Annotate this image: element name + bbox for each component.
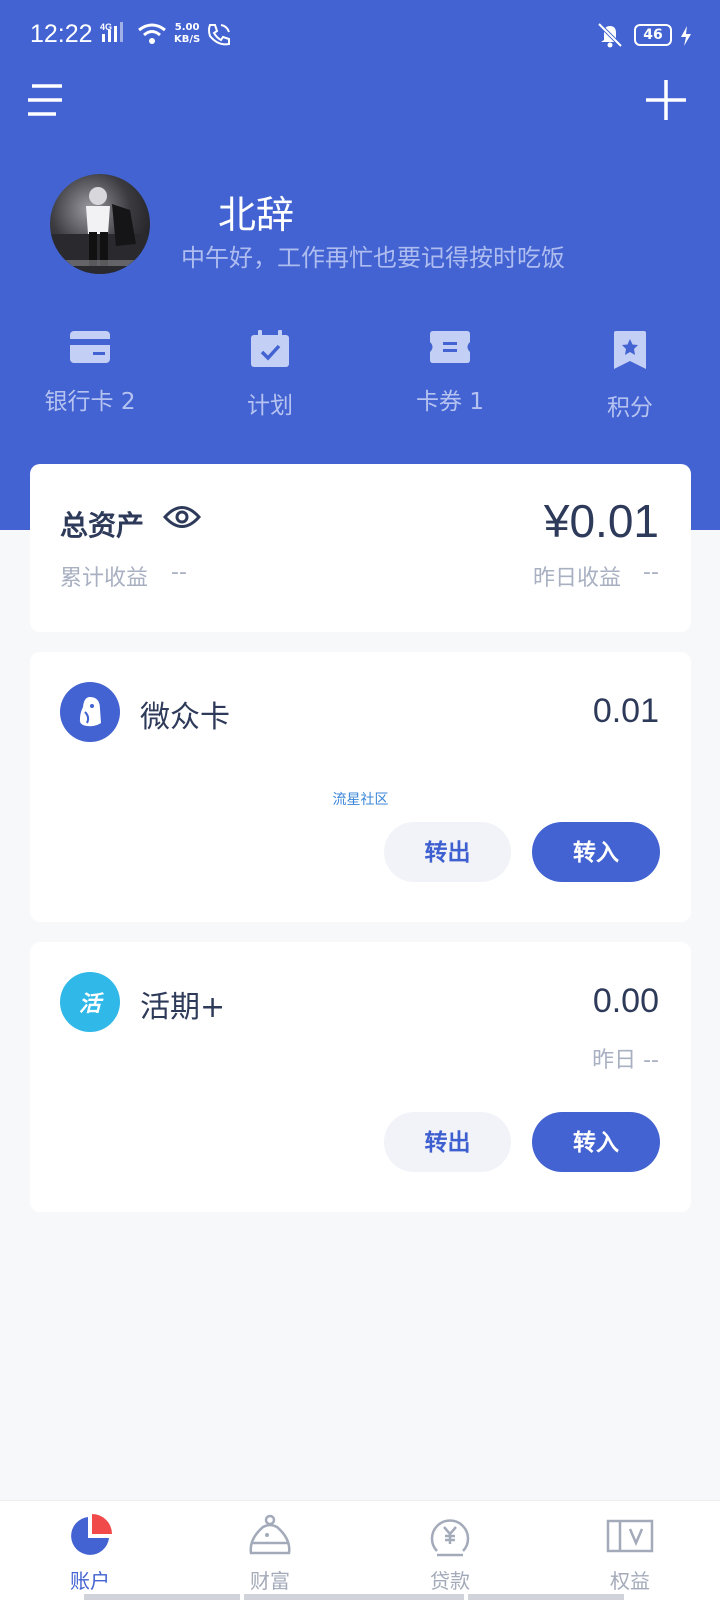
total-assets-card[interactable]: 总资产 ¥0.01 累计收益 -- 昨日收益 --: [30, 464, 691, 632]
status-time: 12:22: [30, 20, 93, 48]
cumulative-earnings-label: 累计收益: [60, 566, 149, 591]
bookmark-star-icon: [614, 331, 646, 369]
pie-chart-icon: [71, 1514, 112, 1555]
hamburger-menu-icon: [28, 84, 62, 116]
quick-label-coupons: 卡券 1: [416, 389, 484, 415]
yesterday-earnings-label: 昨日收益: [533, 566, 622, 591]
total-assets-title: 总资产: [60, 509, 145, 542]
nav-item-benefits[interactable]: 权益: [570, 1513, 690, 1594]
network-speed: 5.00 KB/S: [174, 22, 200, 46]
yuan-coin-icon: [430, 1519, 470, 1557]
yesterday-earnings: 昨日 --: [592, 1048, 659, 1073]
cumulative-earnings-value: --: [171, 560, 187, 585]
wifi-calling-icon: [206, 22, 232, 52]
webank-card-account[interactable]: 微众卡 0.01 流星社区 转出 转入: [30, 652, 691, 922]
bottom-nav: 账户 财富 贷款 权益: [0, 1500, 720, 1600]
quick-label-points: 积分: [607, 395, 653, 421]
bank-card-icon: [70, 331, 110, 363]
nav-item-loan[interactable]: 贷款: [390, 1513, 510, 1594]
account-name: 微众卡: [140, 700, 230, 735]
quick-item-plan[interactable]: 计划: [205, 330, 335, 420]
transfer-out-button[interactable]: 转出: [384, 822, 511, 882]
nav-label-loan: 贷款: [430, 1569, 470, 1593]
add-button[interactable]: [644, 78, 688, 122]
calendar-check-icon: [251, 330, 289, 367]
money-bag-icon: [249, 1514, 291, 1555]
watermark-text: 流星社区: [332, 792, 389, 808]
quick-label-bank-cards: 银行卡 2: [44, 389, 136, 415]
v-ticket-icon: [606, 1519, 654, 1553]
nav-label-account: 账户: [70, 1569, 110, 1593]
nav-label-wealth: 财富: [250, 1569, 290, 1593]
battery-level: 46: [634, 24, 672, 46]
nav-item-wealth[interactable]: 财富: [210, 1513, 330, 1594]
home-indicator: [244, 1594, 464, 1600]
nav-item-account[interactable]: 账户: [30, 1513, 150, 1594]
quick-item-bank-cards[interactable]: 银行卡 2: [25, 330, 155, 416]
status-bar: 12:22 4G 5.00 KB/S 46: [0, 0, 720, 72]
total-assets-value: ¥0.01: [543, 495, 659, 547]
plus-icon: [646, 80, 686, 120]
greeting-text: 中午好，工作再忙也要记得按时吃饭: [181, 244, 565, 272]
cellular-signal-icon: 4G: [100, 20, 130, 50]
wifi-icon: [137, 22, 167, 50]
live-icon: 活: [60, 972, 120, 1032]
eye-icon[interactable]: [162, 502, 202, 536]
account-balance: 0.01: [592, 692, 659, 730]
nav-label-benefits: 权益: [610, 1569, 650, 1593]
quick-item-points[interactable]: 积分: [565, 330, 695, 422]
quick-item-coupons[interactable]: 卡券 1: [385, 330, 515, 416]
transfer-out-button[interactable]: 转出: [384, 1112, 511, 1172]
home-indicator: [468, 1594, 624, 1600]
transfer-in-button[interactable]: 转入: [532, 822, 660, 882]
charging-icon: [680, 26, 692, 50]
home-indicator: [84, 1594, 240, 1600]
coupon-icon: [430, 331, 470, 363]
current-plus-account[interactable]: 活 活期+ 0.00 昨日 -- 转出 转入: [30, 942, 691, 1212]
mute-bell-icon: [596, 22, 624, 52]
network-speed-value: 5.00: [174, 22, 200, 33]
network-speed-unit: KB/S: [174, 34, 201, 45]
account-balance: 0.00: [592, 982, 659, 1020]
avatar[interactable]: [50, 174, 150, 274]
penguin-icon: [60, 682, 120, 742]
account-name: 活期+: [140, 990, 226, 1025]
transfer-in-button[interactable]: 转入: [532, 1112, 660, 1172]
menu-button[interactable]: [26, 82, 66, 122]
user-name: 北辞: [218, 193, 295, 237]
quick-label-plan: 计划: [247, 393, 293, 419]
yesterday-earnings-value: --: [643, 560, 659, 585]
